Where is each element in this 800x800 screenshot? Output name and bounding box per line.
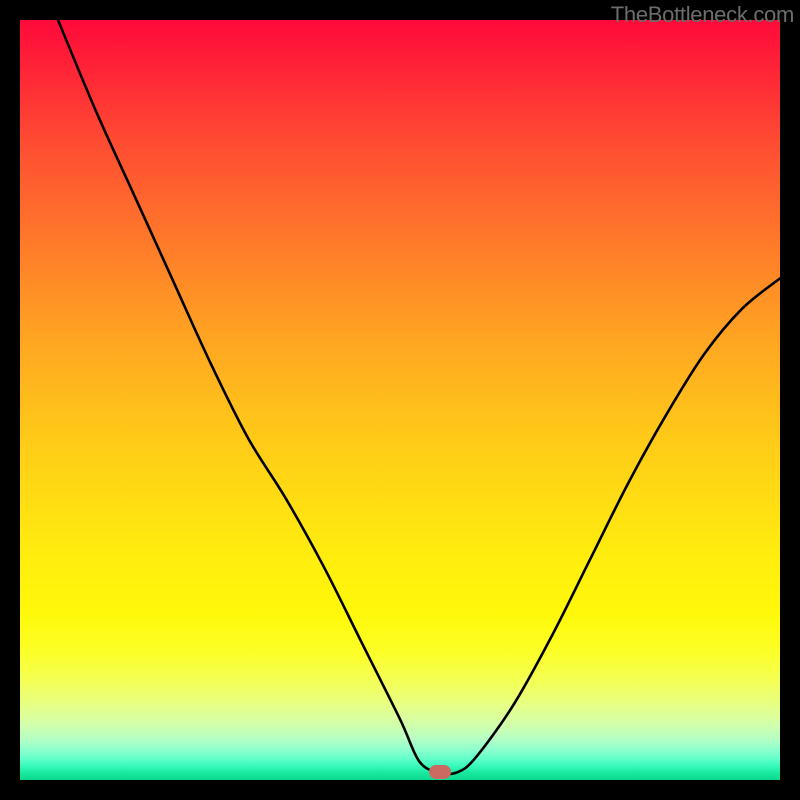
optimum-marker (429, 765, 451, 779)
watermark-text: TheBottleneck.com (611, 2, 794, 28)
bottleneck-curve (20, 20, 780, 780)
curve-path (58, 20, 780, 774)
plot-area (20, 20, 780, 780)
chart-frame: TheBottleneck.com (0, 0, 800, 800)
